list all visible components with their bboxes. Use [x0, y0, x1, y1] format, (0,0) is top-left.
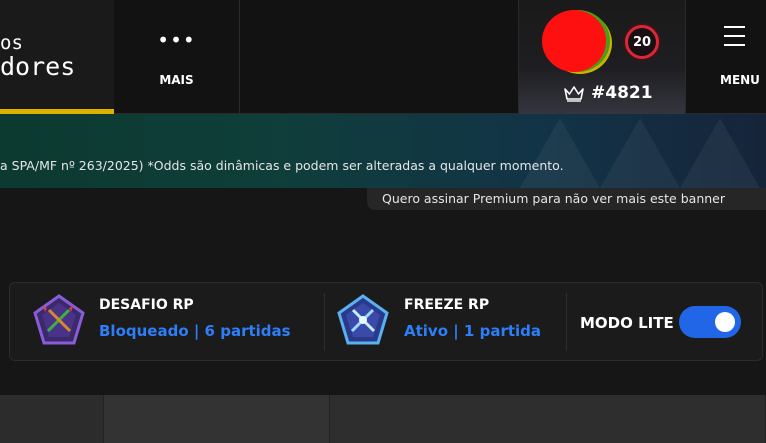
- preview-tile[interactable]: [104, 395, 330, 443]
- hamburger-icon: [724, 26, 745, 46]
- more-dots-icon: •••: [157, 28, 196, 52]
- lite-mode-toggle[interactable]: [679, 306, 741, 338]
- preview-tile[interactable]: [330, 395, 766, 443]
- premium-remove-ads-link[interactable]: Quero assinar Premium para não ver mais …: [367, 188, 766, 210]
- divider: [324, 293, 325, 351]
- banner-text: a SPA/MF nº 263/2025) *Odds são dinâmica…: [0, 158, 564, 173]
- brand-line-1: os: [0, 32, 23, 54]
- level-value: 20: [632, 34, 652, 50]
- ranking[interactable]: #4821: [563, 83, 653, 103]
- divider: [566, 293, 567, 351]
- desafio-rp-icon: [33, 294, 85, 345]
- page: os dores ••• MAIS 20 #4821 MENU a SPA/MF…: [0, 0, 766, 443]
- crown-icon: [564, 86, 584, 102]
- odds-disclaimer-banner[interactable]: a SPA/MF nº 263/2025) *Odds são dinâmica…: [0, 114, 766, 188]
- rp-status-card: DESAFIO RP Bloqueado | 6 partidas FREEZE…: [9, 282, 763, 361]
- banner-decoration: [600, 118, 680, 188]
- profile-panel[interactable]: 20 #4821: [518, 0, 686, 114]
- banner-decoration: [680, 118, 760, 188]
- brand-logo[interactable]: os dores: [0, 0, 114, 114]
- banner-decoration: [520, 118, 600, 188]
- avatar[interactable]: [542, 10, 606, 72]
- preview-tile[interactable]: [0, 395, 104, 443]
- rank-value: #4821: [591, 83, 653, 103]
- more-label: MAIS: [159, 73, 194, 87]
- menu-label: MENU: [720, 73, 760, 87]
- premium-note-text: Quero assinar Premium para não ver mais …: [382, 191, 725, 206]
- toggle-knob: [715, 312, 735, 332]
- lite-mode-label: MODO LITE: [580, 314, 674, 332]
- freeze-rp-title: FREEZE RP: [404, 297, 490, 313]
- content-preview-strip: [0, 395, 766, 443]
- freeze-rp-icon: [337, 294, 389, 345]
- brand-line-2: dores: [0, 52, 76, 81]
- menu-button[interactable]: MENU: [686, 0, 766, 114]
- top-navigation: os dores ••• MAIS 20 #4821 MENU: [0, 0, 766, 114]
- more-button[interactable]: ••• MAIS: [114, 0, 240, 114]
- desafio-rp-title: DESAFIO RP: [99, 297, 194, 313]
- freeze-rp-status[interactable]: Ativo | 1 partida: [404, 322, 541, 340]
- level-badge: 20: [625, 25, 659, 59]
- desafio-rp-status[interactable]: Bloqueado | 6 partidas: [99, 322, 291, 340]
